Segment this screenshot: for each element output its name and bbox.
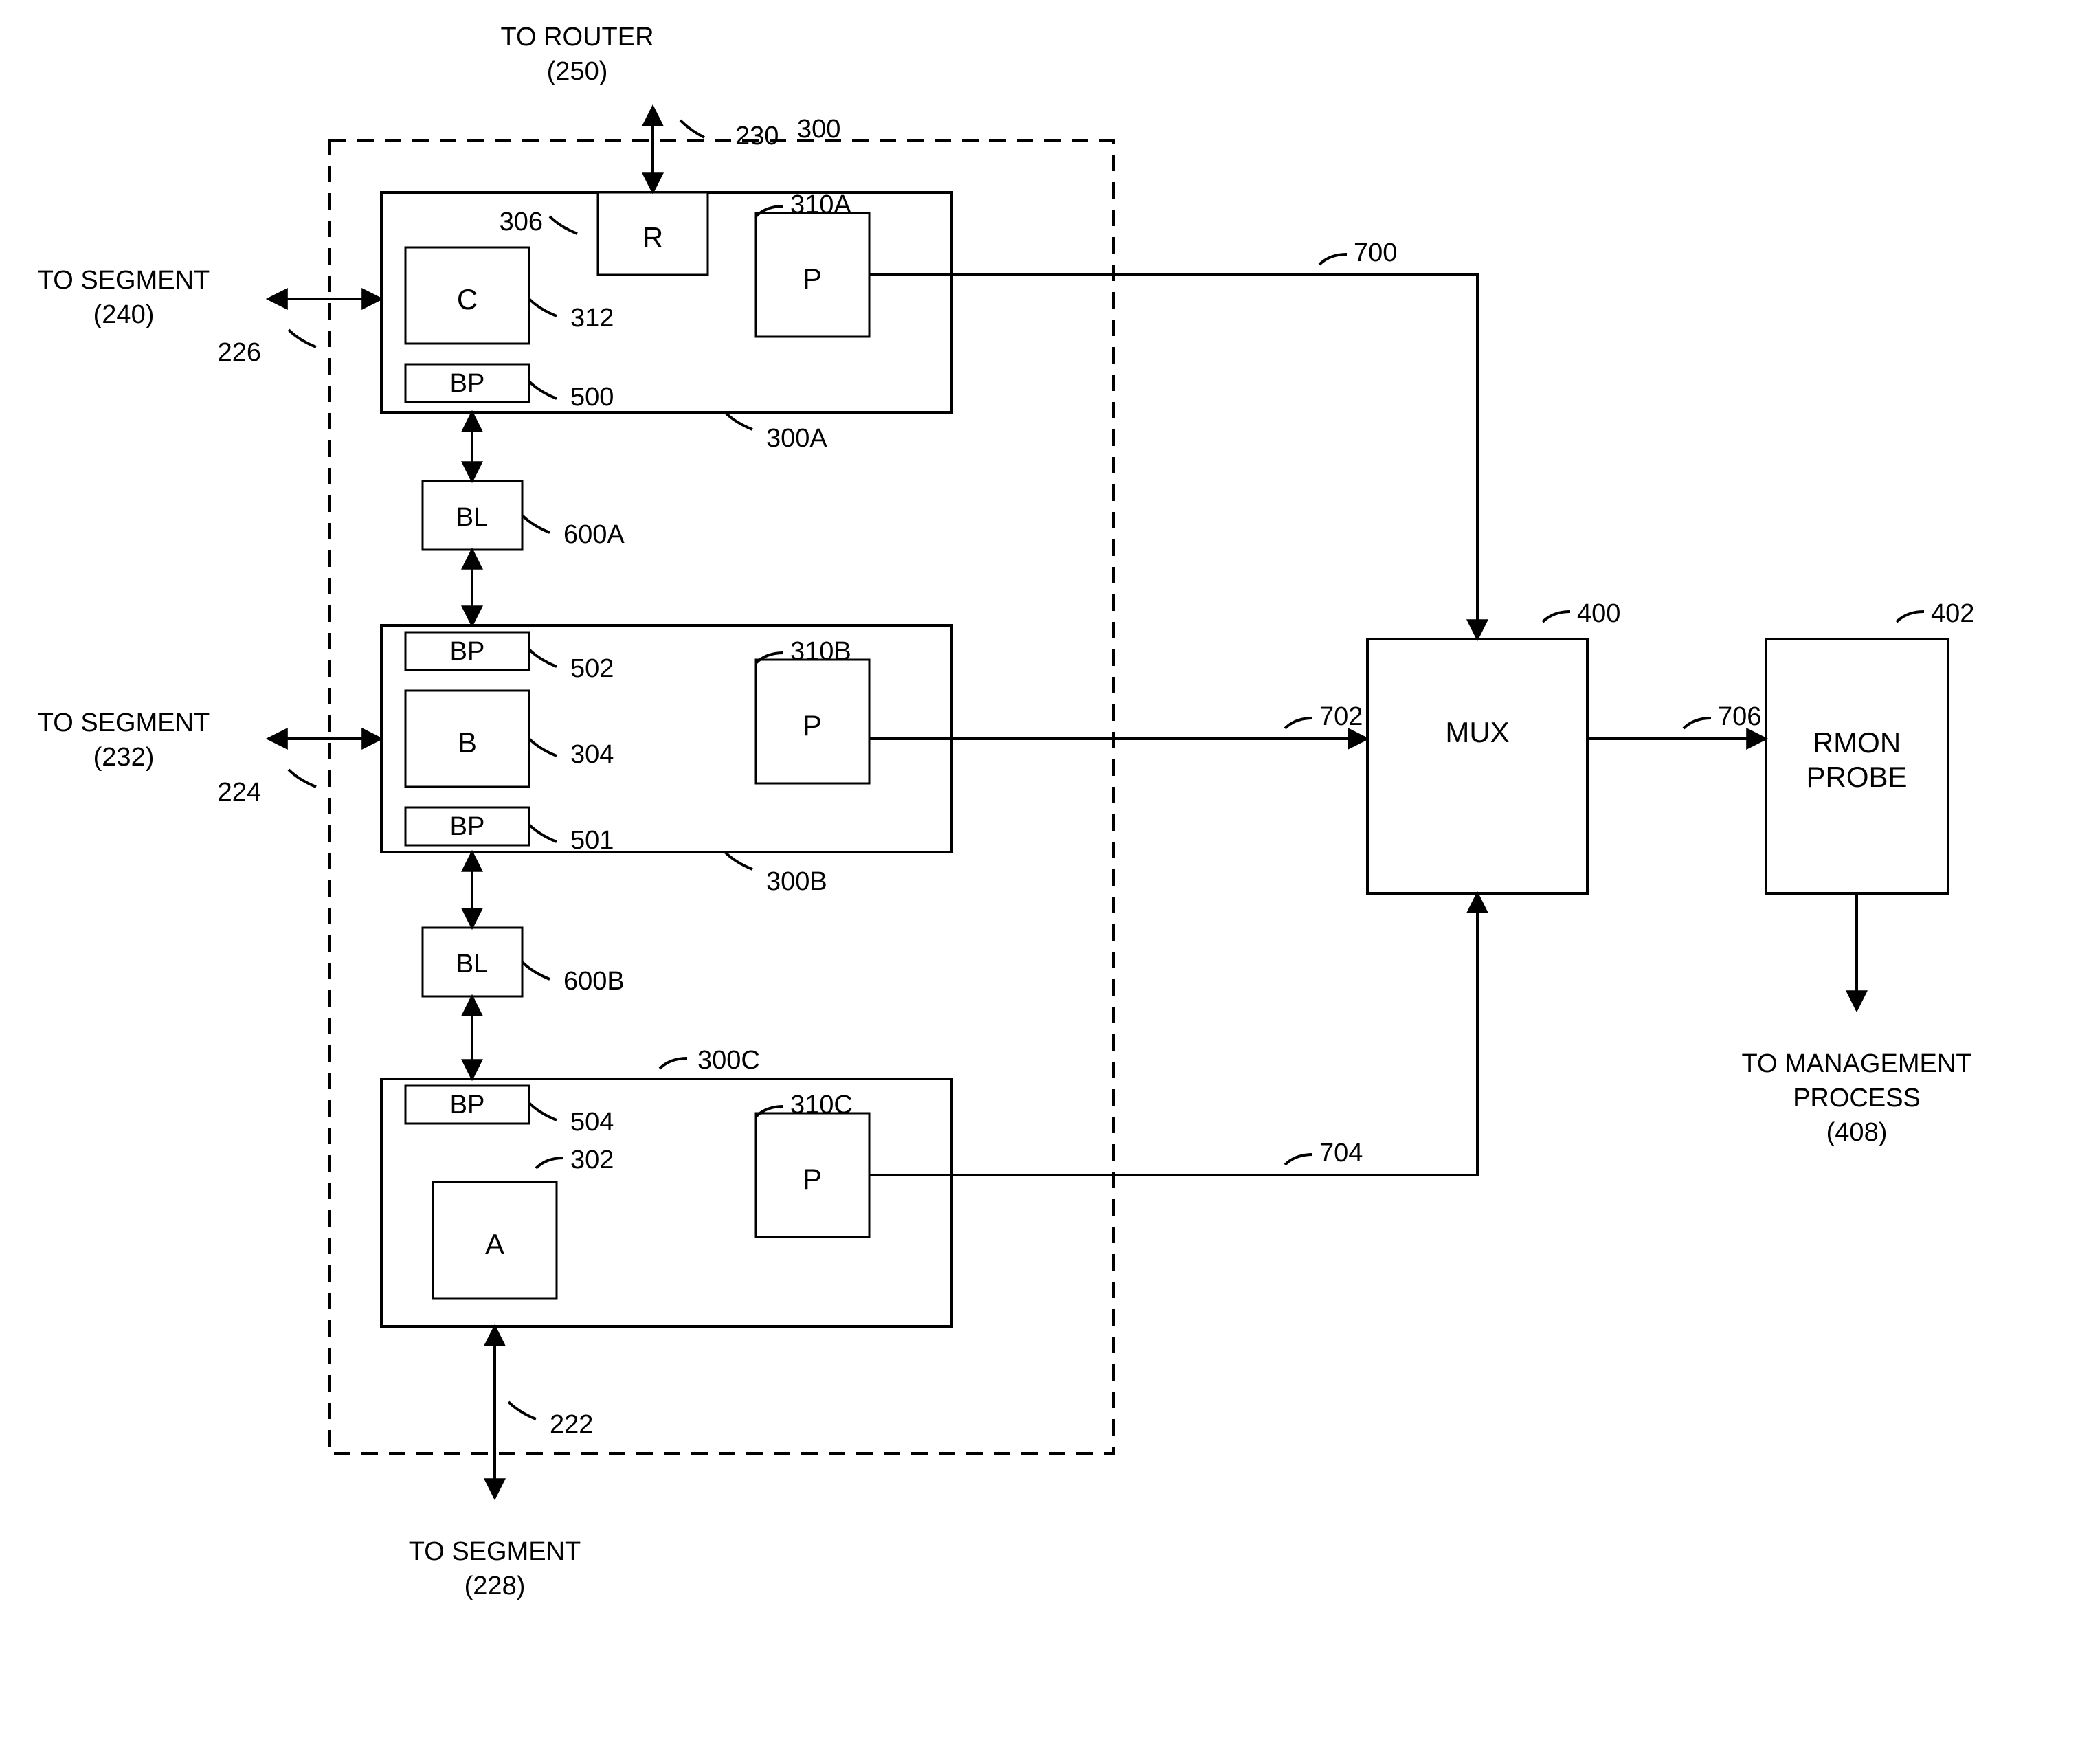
label-to-seg-228: TO SEGMENT: [409, 1537, 581, 1566]
ref-300c: 300C: [697, 1046, 760, 1075]
leader-300b: [725, 852, 752, 869]
ref-501: 501: [570, 826, 614, 855]
label-p-a: P: [803, 263, 822, 295]
label-bp-504: BP: [450, 1091, 485, 1119]
ref-222: 222: [550, 1410, 593, 1439]
label-a: A: [485, 1228, 504, 1260]
label-to-seg-232-ref: (232): [93, 743, 155, 772]
wire-704: [869, 893, 1477, 1175]
ref-300a: 300A: [766, 424, 827, 453]
ref-500: 500: [570, 383, 614, 412]
label-p-c: P: [803, 1163, 822, 1195]
leader-400: [1543, 612, 1570, 622]
wire-700: [869, 275, 1477, 639]
label-p-b: P: [803, 709, 822, 741]
ref-600a: 600A: [563, 520, 625, 549]
block-mux: [1367, 639, 1587, 893]
ref-700: 700: [1354, 238, 1397, 267]
ref-310b: 310B: [790, 637, 851, 666]
ref-706: 706: [1718, 702, 1761, 731]
ref-702: 702: [1319, 702, 1363, 731]
ref-310c: 310C: [790, 1091, 853, 1119]
label-mux: MUX: [1445, 716, 1509, 748]
leader-700: [1319, 254, 1347, 265]
leader-300a: [725, 412, 752, 429]
label-bp-502: BP: [450, 637, 485, 666]
ref-704: 704: [1319, 1139, 1363, 1168]
ref-310a: 310A: [790, 190, 851, 219]
ref-224: 224: [218, 778, 261, 807]
label-to-mgmt2: PROCESS: [1793, 1084, 1921, 1113]
leader-704: [1285, 1154, 1312, 1165]
leader-706: [1684, 718, 1711, 728]
ref-312: 312: [570, 304, 614, 333]
ref-230: 230: [735, 122, 779, 150]
label-to-seg-240-ref: (240): [93, 300, 155, 329]
label-to-seg-232: TO SEGMENT: [38, 708, 210, 737]
ref-504: 504: [570, 1108, 614, 1137]
leader-222: [508, 1402, 536, 1419]
ref-300: 300: [797, 115, 840, 144]
leader-702: [1285, 718, 1312, 728]
leader-600a: [522, 515, 550, 533]
label-to-seg-228-ref: (228): [465, 1572, 526, 1600]
label-to-mgmt1: TO MANAGEMENT: [1742, 1049, 1972, 1078]
leader-300c: [660, 1058, 687, 1069]
ref-400: 400: [1577, 599, 1620, 628]
label-bp-501: BP: [450, 812, 485, 841]
label-to-seg-240: TO SEGMENT: [38, 266, 210, 295]
label-bl-600b: BL: [456, 950, 488, 979]
ref-302: 302: [570, 1146, 614, 1174]
label-bp-500: BP: [450, 369, 485, 398]
label-rmon1: RMON: [1813, 726, 1901, 759]
label-to-router: TO ROUTER: [500, 23, 653, 52]
label-to-mgmt-ref: (408): [1826, 1118, 1888, 1147]
label-bl-600a: BL: [456, 503, 488, 532]
ref-300b: 300B: [766, 867, 827, 896]
label-rmon2: PROBE: [1806, 761, 1907, 793]
ref-402: 402: [1931, 599, 1974, 628]
leader-226: [289, 330, 316, 347]
leader-600b: [522, 962, 550, 979]
leader-230: [680, 120, 704, 137]
label-c: C: [457, 283, 478, 315]
leader-402: [1897, 612, 1924, 622]
label-to-router-ref: (250): [547, 57, 608, 86]
label-b: B: [458, 726, 477, 759]
ref-306: 306: [500, 208, 543, 236]
ref-502: 502: [570, 654, 614, 683]
label-r: R: [642, 221, 663, 254]
ref-304: 304: [570, 740, 614, 769]
ref-600b: 600B: [563, 967, 625, 996]
leader-224: [289, 770, 316, 787]
ref-226: 226: [218, 338, 261, 367]
